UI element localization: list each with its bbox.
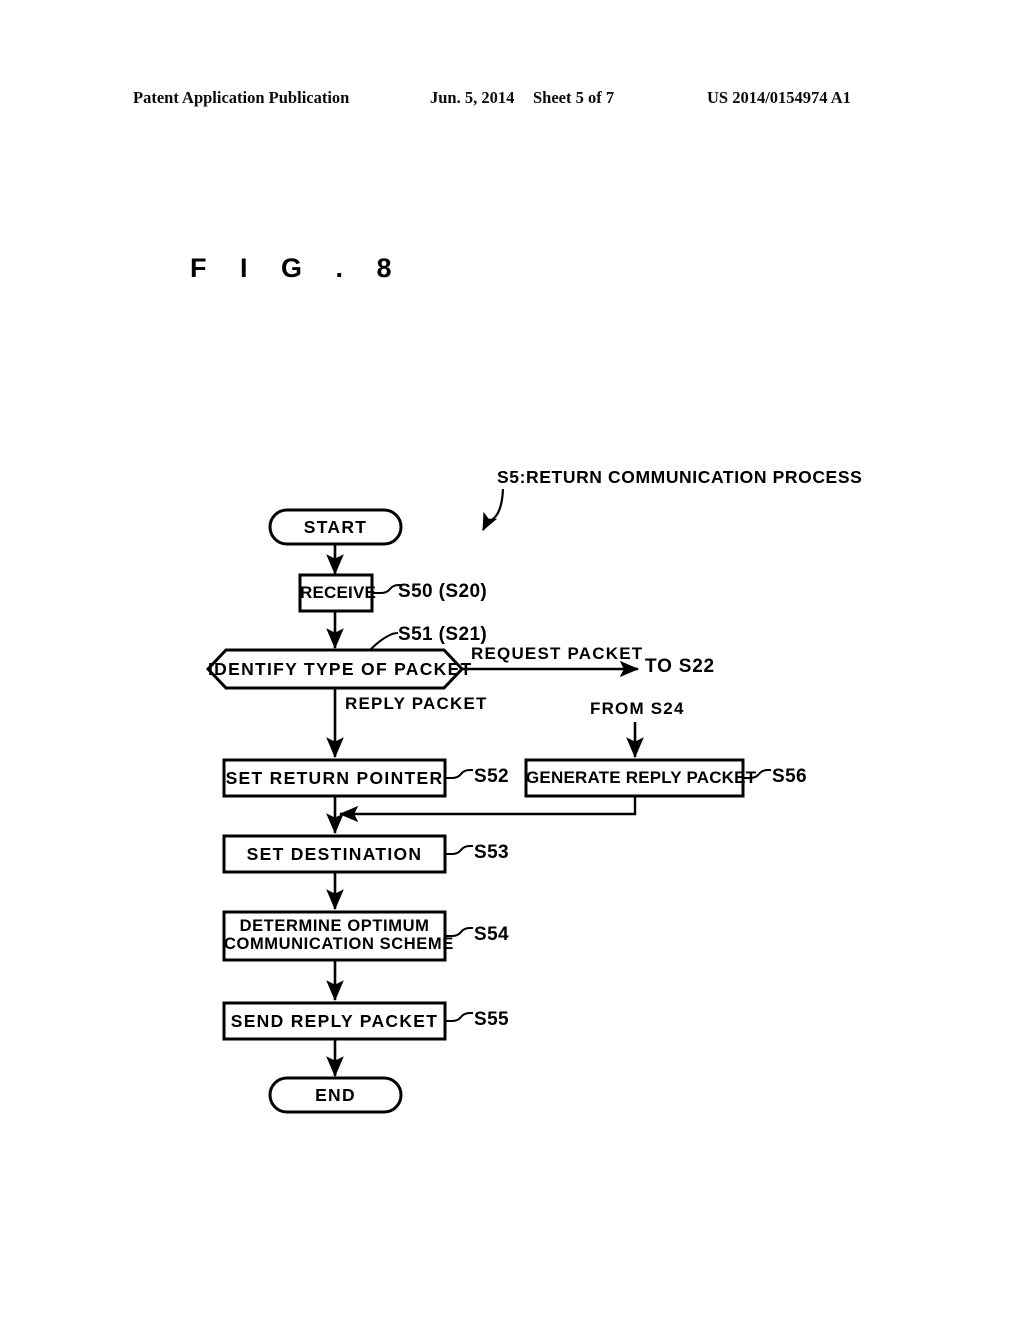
edge-label-request-packet: REQUEST PACKET <box>471 644 644 663</box>
annotation-curved-arrow <box>482 488 505 531</box>
node-determine-optimum-line1: DETERMINE OPTIMUM <box>239 917 430 935</box>
node-receive-label: RECEIVE <box>300 583 377 602</box>
node-set-destination-label: SET DESTINATION <box>246 844 423 864</box>
node-determine-optimum-label: DETERMINE OPTIMUM COMMUNICATION SCHEME <box>224 917 454 954</box>
edge-label-reply-packet: REPLY PACKET <box>345 694 488 713</box>
node-end-label: END <box>315 1085 356 1105</box>
node-send-reply-packet-label: SEND REPLY PACKET <box>230 1011 439 1031</box>
connector-generate-reply-packet-merge <box>339 796 637 823</box>
step-id-set-return-pointer: S52 <box>474 766 510 787</box>
step-id-generate-reply-packet: S56 <box>772 766 808 787</box>
node-start-label: START <box>303 517 368 537</box>
leader-set-return-pointer-step-id <box>445 769 473 779</box>
annotation-s5-label: S5:RETURN COMMUNICATION PROCESS <box>497 467 863 487</box>
step-id-determine-optimum: S54 <box>474 924 510 945</box>
step-id-send-reply-packet: S55 <box>474 1009 510 1030</box>
edge-label-to-s22: TO S22 <box>645 656 715 677</box>
node-identify-label: IDENTIFY TYPE OF PACKET <box>208 659 473 679</box>
step-id-set-destination: S53 <box>474 842 510 863</box>
leader-send-reply-packet-step-id <box>445 1012 473 1022</box>
node-generate-reply-packet-label: GENERATE REPLY PACKET <box>526 768 757 787</box>
leader-identify-step-id <box>369 632 399 651</box>
step-id-receive: S50 (S20) <box>398 581 488 602</box>
node-set-return-pointer-label: SET RETURN POINTER <box>225 768 444 788</box>
leader-set-destination-step-id <box>445 845 473 855</box>
step-id-identify: S51 (S21) <box>398 624 488 645</box>
edge-label-from-s24: FROM S24 <box>590 699 685 718</box>
node-determine-optimum-line2: COMMUNICATION SCHEME <box>224 935 454 954</box>
